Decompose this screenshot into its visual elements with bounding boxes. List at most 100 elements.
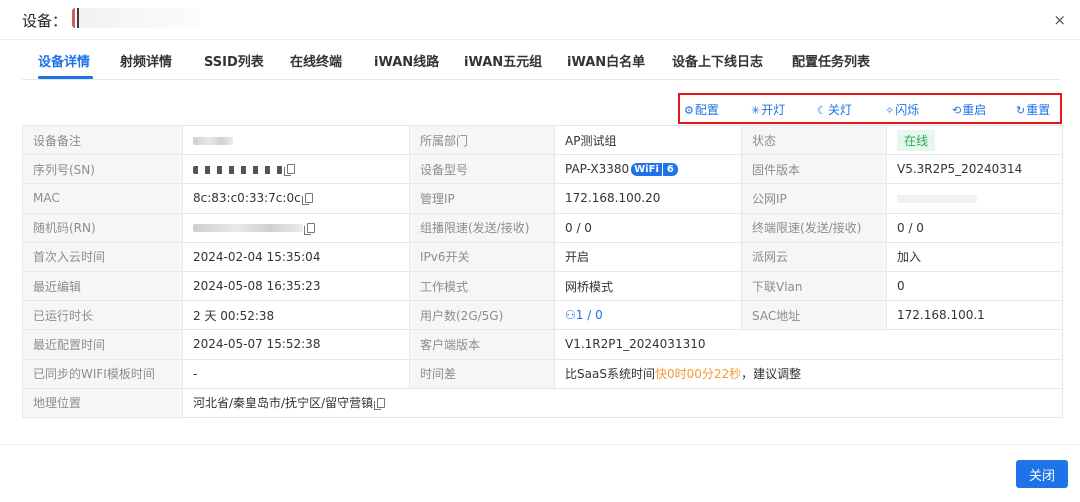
dept-label: 所属部门 [409, 124, 555, 156]
reset-action[interactable]: ↻重置 [1016, 101, 1050, 118]
tab-online-offline-log[interactable]: 设备上下线日志 [672, 51, 763, 70]
mode-value: 网桥模式 [554, 270, 742, 302]
footer-divider [0, 444, 1080, 445]
dialog-title: 设备： [22, 12, 68, 30]
table-row: 序列号(SN) 设备型号 PAP-X3380 WiFi 6 固件版本 V5.3R2P… [22, 154, 1063, 185]
sn-value [182, 154, 410, 185]
status-badge: 在线 [897, 129, 936, 151]
device-info-table: 设备备注 所属部门 AP测试组 状态 在线 序列号(SN) 设备型号 PAP-X… [22, 124, 1063, 418]
tab-iwan-tuples[interactable]: iWAN五元组 [464, 51, 542, 70]
timediff-label: 时间差 [409, 358, 555, 389]
client-ver-label: 客户端版本 [409, 329, 555, 360]
mode-label: 工作模式 [409, 270, 555, 302]
term-label: 终端限速(发送/接收) [741, 212, 887, 243]
table-row: 设备备注 所属部门 AP测试组 状态 在线 [22, 124, 1063, 156]
table-row: 已运行时长 2 天 00:52:38 用户数(2G/5G) ⚇1 / 0 SAC… [22, 300, 1063, 331]
users-value[interactable]: ⚇1 / 0 [554, 300, 742, 331]
blink-action[interactable]: ✧闪烁 [885, 101, 919, 118]
paiwang-value: 加入 [886, 241, 1063, 272]
tab-iwan-whitelist[interactable]: iWAN白名单 [567, 51, 645, 70]
model-label: 设备型号 [409, 154, 555, 185]
mgmt-ip-label: 管理IP [409, 183, 555, 214]
public-ip-label: 公网IP [741, 183, 887, 214]
restart-action[interactable]: ⟲重启 [952, 101, 986, 118]
mac-value: 8c:83:c0:33:7c:0c [182, 183, 410, 214]
copy-icon[interactable] [284, 164, 295, 177]
tab-radio-detail[interactable]: 射频详情 [120, 51, 172, 70]
last-edit-label: 最近编辑 [22, 270, 183, 302]
dept-value: AP测试组 [554, 124, 742, 156]
paiwang-label: 派网云 [741, 241, 887, 272]
first-cloud-value: 2024-02-04 15:35:04 [182, 241, 410, 272]
uptime-value: 2 天 00:52:38 [182, 300, 410, 331]
config-action[interactable]: ⚙配置 [684, 101, 719, 118]
redacted-sn [193, 165, 283, 174]
blink-label: 闪烁 [895, 103, 920, 117]
user-icon: ⚇ [565, 308, 576, 323]
device-action-bar: ⚙配置 ✳开灯 ☾关灯 ✧闪烁 ⟲重启 ↻重置 [678, 93, 1062, 124]
redacted-public-ip [897, 194, 977, 203]
uptime-label: 已运行时长 [22, 300, 183, 331]
timediff-prefix: 比SaaS系统时间 [565, 367, 655, 382]
mgmt-ip-value: 172.168.100.20 [554, 183, 742, 214]
dialog-header: 设备： × [0, 0, 1080, 40]
reset-label: 重置 [1026, 103, 1051, 117]
gear-icon: ⚙ [684, 104, 694, 117]
fw-label: 固件版本 [741, 154, 887, 185]
tab-iwan-lines[interactable]: iWAN线路 [374, 51, 439, 70]
restart-icon: ⟲ [952, 104, 962, 117]
mac-label: MAC [22, 183, 183, 214]
first-cloud-label: 首次入云时间 [22, 241, 183, 272]
light-off-action[interactable]: ☾关灯 [817, 101, 852, 118]
tab-online-terminals[interactable]: 在线终端 [290, 51, 342, 70]
model-value: PAP-X3380 WiFi 6 [554, 154, 742, 185]
table-row: 随机码(RN) 组播限速(发送/接收) 0 / 0 终端限速(发送/接收) 0 … [22, 212, 1063, 243]
light-on-action[interactable]: ✳开灯 [751, 101, 785, 118]
vlan-label: 下联Vlan [741, 270, 887, 302]
copy-icon[interactable] [374, 398, 386, 411]
wifi-tpl-value: - [182, 358, 410, 389]
close-button[interactable]: 关闭 [1016, 460, 1068, 488]
timediff-warn: 快0时00分22秒 [654, 367, 742, 382]
restart-label: 重启 [962, 103, 987, 117]
mcast-label: 组播限速(发送/接收) [409, 212, 555, 243]
sn-label: 序列号(SN) [22, 154, 183, 185]
moon-icon: ☾ [817, 104, 827, 117]
redacted-remark [193, 136, 233, 145]
copy-icon[interactable] [301, 193, 313, 206]
table-row: 最近编辑 2024-05-08 16:35:23 工作模式 网桥模式 下联Vla… [22, 270, 1063, 302]
active-tab-indicator [38, 76, 93, 79]
ipv6-value: 开启 [554, 241, 742, 272]
tab-device-detail[interactable]: 设备详情 [38, 51, 90, 70]
table-row: 已同步的WIFI模板时间 - 时间差 比SaaS系统时间快0时00分22秒，建议… [22, 358, 1063, 389]
users-label: 用户数(2G/5G) [409, 300, 555, 331]
device-name-redacted [72, 8, 200, 28]
public-ip-value [886, 183, 1063, 214]
redacted-rn [193, 224, 303, 233]
timediff-value: 比SaaS系统时间快0时00分22秒，建议调整 [554, 358, 1063, 389]
close-icon[interactable]: × [1053, 11, 1066, 29]
status-label: 状态 [741, 124, 887, 156]
location-label: 地理位置 [22, 387, 183, 418]
rn-value [182, 212, 410, 243]
wifi-num: 6 [662, 163, 678, 177]
config-label: 配置 [694, 103, 719, 117]
tab-ssid-list[interactable]: SSID列表 [204, 51, 264, 70]
tab-config-tasks[interactable]: 配置任务列表 [792, 51, 870, 70]
users-count[interactable]: 1 / 0 [576, 308, 603, 322]
last-config-value: 2024-05-07 15:52:38 [182, 329, 410, 360]
wifi-word: WiFi [631, 163, 662, 177]
remark-label: 设备备注 [22, 124, 183, 156]
table-row: 地理位置 河北省/秦皇岛市/抚宁区/留守营镇 [22, 387, 1063, 418]
light-on-icon: ✳ [751, 104, 761, 117]
copy-icon[interactable] [304, 222, 315, 235]
blink-icon: ✧ [885, 104, 895, 117]
last-config-label: 最近配置时间 [22, 329, 183, 360]
remark-value [182, 124, 410, 156]
location-value: 河北省/秦皇岛市/抚宁区/留守营镇 [182, 387, 1063, 418]
table-row: 最近配置时间 2024-05-07 15:52:38 客户端版本 V1.1R2P… [22, 329, 1063, 360]
device-detail-dialog: 设备： × 设备详情 射频详情 SSID列表 在线终端 iWAN线路 iWAN五… [0, 0, 1080, 502]
location-text: 河北省/秦皇岛市/抚宁区/留守营镇 [193, 396, 374, 411]
mcast-value: 0 / 0 [554, 212, 742, 243]
light-on-label: 开灯 [761, 103, 786, 117]
